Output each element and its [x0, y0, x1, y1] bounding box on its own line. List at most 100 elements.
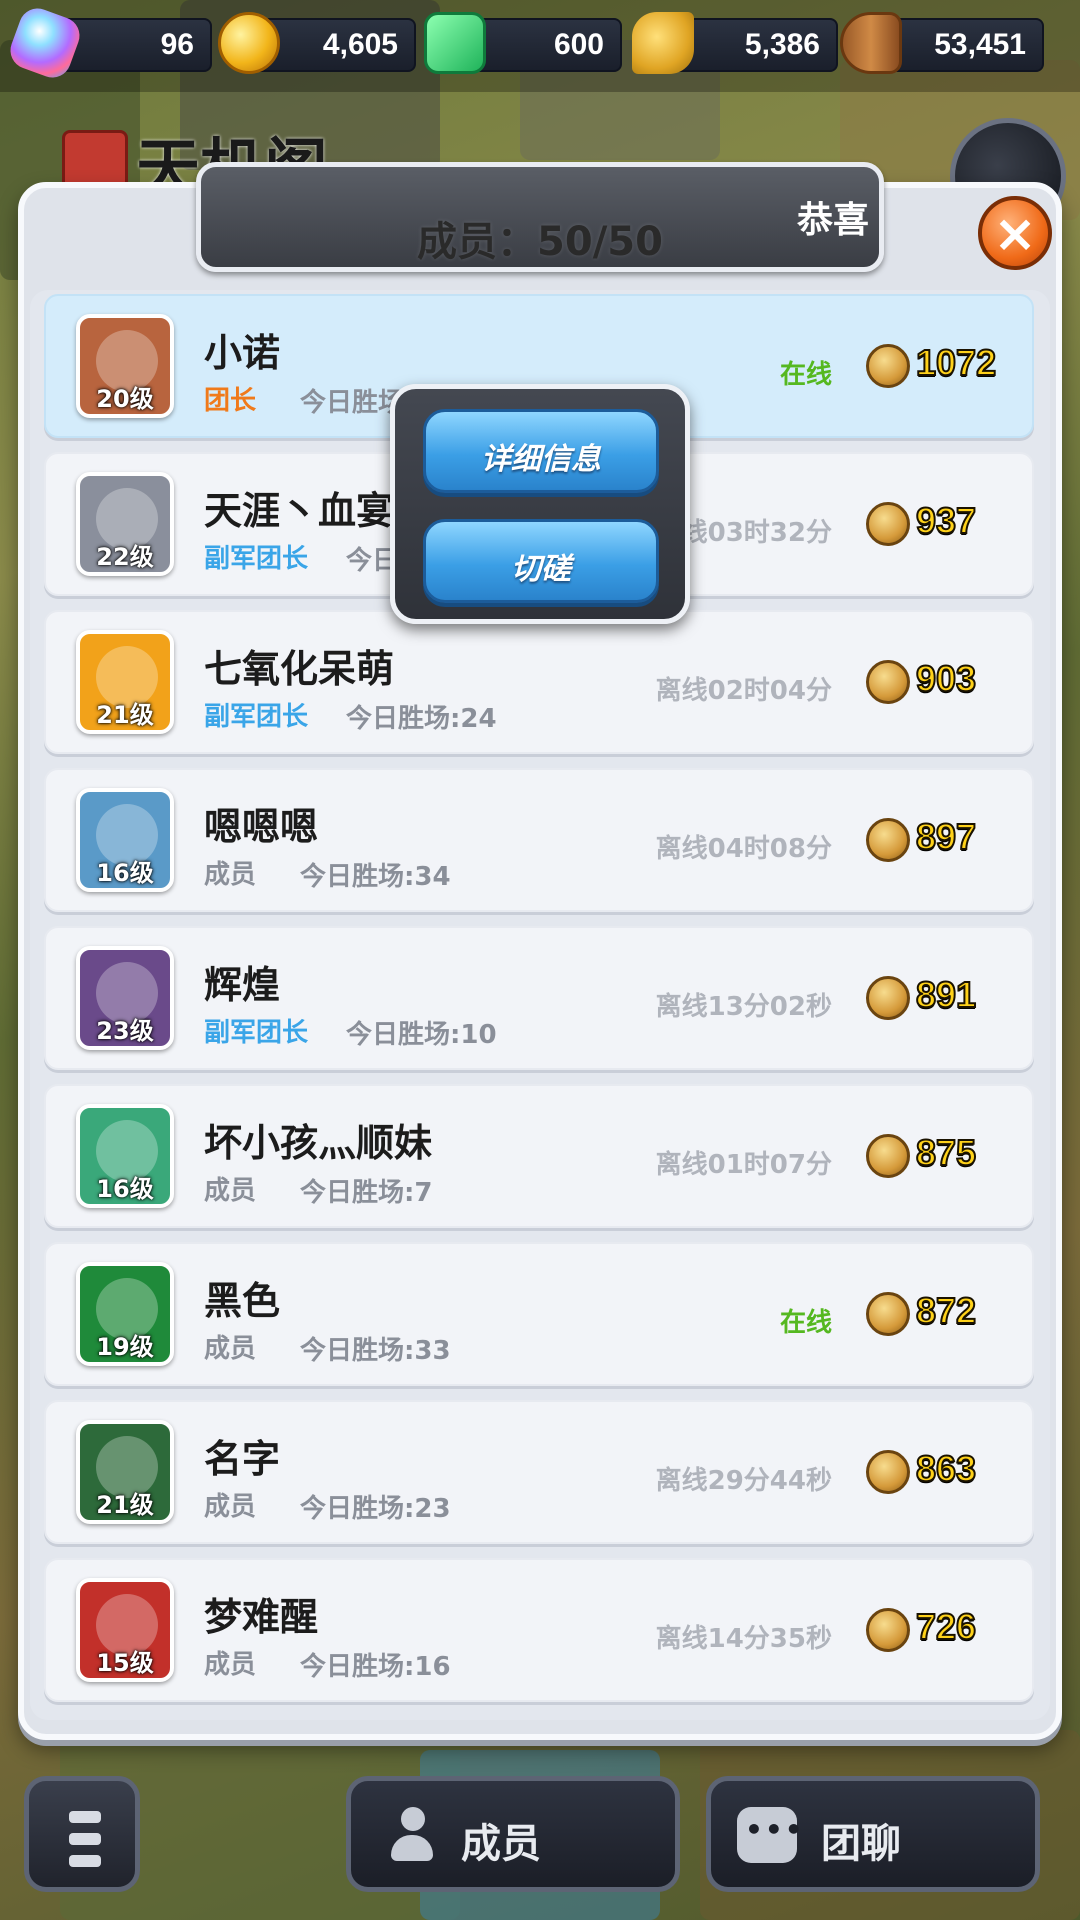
- wheat-counter[interactable]: 5,386: [632, 12, 838, 74]
- member-name: 天涯丶血宴: [204, 489, 395, 533]
- trophy-score: 897: [915, 815, 977, 858]
- member-row[interactable]: 16级 坏小孩灬顺妹 成员 今日胜场:7 离线01时07分 875: [44, 1084, 1034, 1228]
- wheat-icon: [632, 12, 694, 74]
- avatar[interactable]: 16级: [76, 1104, 174, 1208]
- coin-icon: [218, 12, 280, 74]
- announcement-marquee: 恭喜: [796, 200, 869, 241]
- menu-icon: [69, 1811, 101, 1823]
- member-row[interactable]: 23级 辉煌 副军团长 今日胜场:10 离线13分02秒 891: [44, 926, 1034, 1070]
- tab-members[interactable]: 成员: [346, 1776, 680, 1892]
- member-role: 副军团长: [204, 544, 309, 574]
- online-status: 在线: [779, 1308, 832, 1338]
- level-label: 16级: [96, 1175, 154, 1203]
- today-wins: 今日胜场:10: [346, 1020, 497, 1050]
- level-label: 20级: [96, 385, 154, 413]
- member-name: 坏小孩灬顺妹: [204, 1121, 433, 1165]
- wheat-value: 5,386: [744, 28, 820, 61]
- trophy-score: 726: [915, 1605, 977, 1648]
- member-action-popup: 详细信息 切磋: [390, 384, 690, 624]
- people-icon: [377, 1807, 437, 1863]
- member-count: 成员：50/50: [417, 219, 663, 265]
- trophy-score: 1072: [915, 341, 997, 384]
- wood-counter[interactable]: 53,451: [840, 12, 1044, 74]
- trophy-icon: [866, 344, 910, 388]
- avatar[interactable]: 23级: [76, 946, 174, 1050]
- gems-counter[interactable]: 96: [5, 3, 212, 83]
- resource-bar: 96 4,605 600 5,386 53,451: [0, 0, 1080, 92]
- trophy-score: 937: [915, 499, 977, 542]
- member-role: 成员: [204, 860, 257, 890]
- member-role: 成员: [204, 1176, 257, 1206]
- member-role: 成员: [204, 1492, 257, 1522]
- avatar[interactable]: 22级: [76, 472, 174, 576]
- level-label: 16级: [96, 859, 154, 887]
- level-label: 21级: [96, 1491, 154, 1519]
- member-name: 嗯嗯嗯: [204, 805, 319, 849]
- today-wins: 今日胜场:33: [300, 1336, 451, 1366]
- member-row[interactable]: 19级 黑色 成员 今日胜场:33 在线 872: [44, 1242, 1034, 1386]
- level-label: 21级: [96, 701, 154, 729]
- trophy-icon: [866, 1292, 910, 1336]
- details-button[interactable]: 详细信息: [423, 409, 659, 493]
- avatar[interactable]: 21级: [76, 1420, 174, 1524]
- member-row[interactable]: 16级 嗯嗯嗯 成员 今日胜场:34 离线04时08分 897: [44, 768, 1034, 912]
- avatar[interactable]: 19级: [76, 1262, 174, 1366]
- tab-chat[interactable]: 团聊: [706, 1776, 1040, 1892]
- avatar[interactable]: 21级: [76, 630, 174, 734]
- tab-chat-label: 团聊: [821, 1821, 901, 1867]
- member-name: 名字: [204, 1437, 281, 1481]
- tickets-value: 600: [553, 28, 604, 61]
- level-label: 22级: [96, 543, 154, 571]
- member-name: 辉煌: [204, 963, 281, 1007]
- close-icon: ×: [993, 204, 1037, 264]
- online-status: 离线13分02秒: [655, 992, 832, 1022]
- trophy-icon: [866, 1608, 910, 1652]
- level-label: 15级: [96, 1649, 154, 1677]
- tickets-counter[interactable]: 600: [424, 12, 622, 74]
- tab-members-label: 成员: [461, 1821, 541, 1867]
- trophy-score: 875: [915, 1131, 977, 1174]
- member-row[interactable]: 21级 七氧化呆萌 副军团长 今日胜场:24 离线02时04分 903: [44, 610, 1034, 754]
- menu-icon-line: [69, 1833, 101, 1845]
- member-count-header: 成员：50/50 恭喜: [196, 162, 884, 272]
- trophy-icon: [866, 1134, 910, 1178]
- today-wins: 今日胜场:7: [300, 1178, 433, 1208]
- online-status: 离线14分35秒: [655, 1624, 832, 1654]
- today-wins: 今日胜场:24: [346, 704, 497, 734]
- duel-button-label: 切磋: [511, 552, 571, 587]
- trophy-icon: [866, 818, 910, 862]
- today-wins: 今日胜场:23: [300, 1494, 451, 1524]
- close-button[interactable]: ×: [978, 196, 1052, 270]
- gem-icon: [5, 3, 85, 83]
- avatar[interactable]: 15级: [76, 1578, 174, 1682]
- member-name: 梦难醒: [204, 1595, 319, 1639]
- trophy-icon: [866, 502, 910, 546]
- member-role: 成员: [204, 1334, 257, 1364]
- avatar[interactable]: 20级: [76, 314, 174, 418]
- member-role: 团长: [204, 386, 257, 416]
- level-label: 23级: [96, 1017, 154, 1045]
- details-button-label: 详细信息: [481, 442, 601, 477]
- trophy-score: 863: [915, 1447, 977, 1490]
- menu-button[interactable]: [24, 1776, 140, 1892]
- member-row[interactable]: 21级 名字 成员 今日胜场:23 离线29分44秒 863: [44, 1400, 1034, 1544]
- online-status: 在线: [779, 360, 832, 390]
- member-role: 成员: [204, 1650, 257, 1680]
- online-status: 离线04时08分: [655, 834, 832, 864]
- member-name: 黑色: [204, 1279, 281, 1323]
- member-role: 副军团长: [204, 702, 309, 732]
- coins-counter[interactable]: 4,605: [218, 12, 416, 74]
- chat-icon: [737, 1807, 805, 1863]
- gems-value: 96: [160, 28, 194, 61]
- trophy-score: 903: [915, 657, 977, 700]
- member-row[interactable]: 15级 梦难醒成员 今日胜场:16 离线14分35秒 726: [44, 1558, 1034, 1702]
- today-wins: 今日胜场:16: [300, 1652, 451, 1682]
- avatar[interactable]: 16级: [76, 788, 174, 892]
- duel-button[interactable]: 切磋: [423, 519, 659, 603]
- menu-icon-line: [69, 1855, 101, 1867]
- trophy-icon: [866, 976, 910, 1020]
- wood-value: 53,451: [934, 28, 1026, 61]
- member-role: 副军团长: [204, 1018, 309, 1048]
- wood-icon: [840, 12, 902, 74]
- online-status: 离线02时04分: [655, 676, 832, 706]
